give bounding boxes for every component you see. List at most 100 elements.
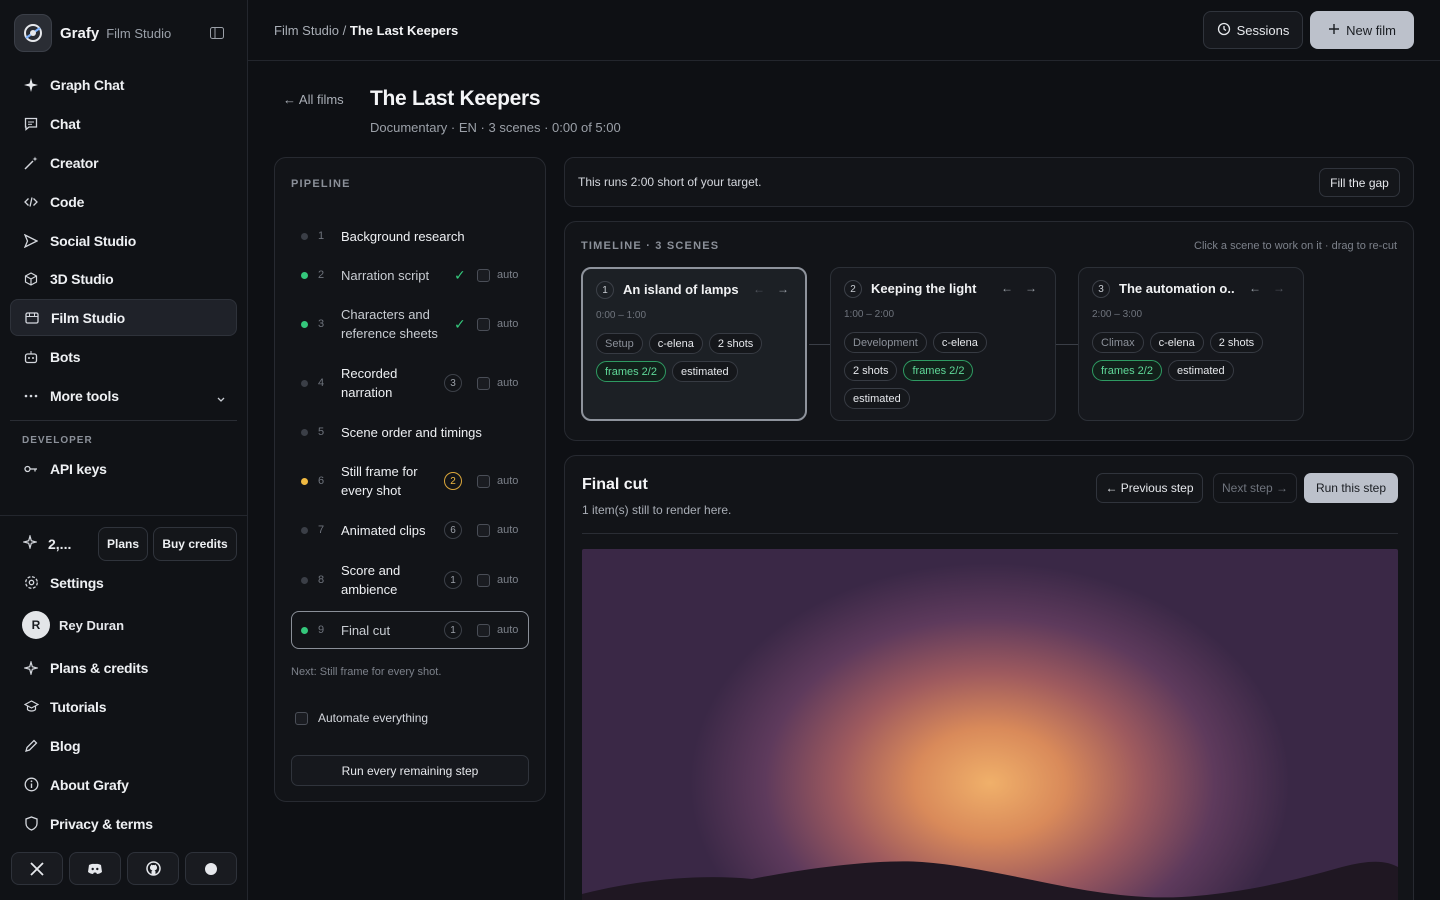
step-name: Animated clips bbox=[341, 522, 426, 538]
run-remaining-button[interactable]: Run every remaining step bbox=[291, 755, 529, 786]
pipeline-step[interactable]: 5 Scene order and timings bbox=[291, 422, 529, 442]
pipeline-step[interactable]: 4 Recorded narration 3 auto bbox=[291, 363, 529, 403]
scene-tags: Setup c-elena 2 shots frames 2/2 estimat… bbox=[596, 333, 796, 382]
sparkle-outline-icon bbox=[23, 660, 39, 676]
sidebar-item-bots[interactable]: Bots bbox=[10, 338, 237, 375]
step-status-dot bbox=[301, 320, 308, 328]
pipeline-step[interactable]: 6 Still frame for every shot 2 auto bbox=[291, 461, 529, 501]
sidebar-item-label: Plans & credits bbox=[50, 659, 149, 676]
scene-connector bbox=[1056, 344, 1078, 345]
divider bbox=[10, 420, 237, 421]
auto-checkbox[interactable] bbox=[477, 317, 490, 331]
final-cut-panel: Final cut 1 item(s) still to render here… bbox=[564, 455, 1414, 900]
arrow-right-icon[interactable]: → bbox=[1273, 281, 1285, 295]
scene-card[interactable]: 3 The automation o... ← → 2:00 – 3:00 Cl… bbox=[1078, 267, 1304, 421]
arrow-right-icon[interactable]: → bbox=[777, 282, 789, 296]
chevron-down-icon bbox=[217, 390, 225, 406]
fill-gap-button[interactable]: Fill the gap bbox=[1319, 168, 1400, 197]
tag-estimated: estimated bbox=[671, 361, 738, 382]
pipeline-step[interactable]: 2 Narration script ✓ auto bbox=[291, 265, 529, 285]
tag-shots: 2 shots bbox=[844, 360, 898, 381]
all-films-link[interactable]: ← All films bbox=[283, 92, 344, 107]
sidebar-item-3d-studio[interactable]: 3D Studio bbox=[10, 260, 237, 297]
sidebar-item-privacy-terms[interactable]: Privacy & terms bbox=[10, 805, 237, 842]
brand-name: Grafy bbox=[60, 24, 100, 42]
auto-label: auto bbox=[497, 318, 519, 330]
plans-button[interactable]: Plans bbox=[98, 526, 148, 561]
step-count-badge: 1 bbox=[444, 621, 462, 639]
run-this-step-button[interactable]: Run this step bbox=[1304, 473, 1398, 503]
status-dot-icon[interactable] bbox=[185, 852, 237, 885]
auto-checkbox[interactable] bbox=[477, 474, 490, 488]
graduation-cap-icon bbox=[23, 699, 39, 715]
brand[interactable]: Grafy Film Studio bbox=[14, 14, 171, 52]
auto-checkbox[interactable] bbox=[477, 523, 490, 537]
sidebar-item-tutorials[interactable]: Tutorials bbox=[10, 688, 237, 725]
avatar: R bbox=[22, 611, 50, 639]
buy-credits-button[interactable]: Buy credits bbox=[153, 526, 237, 561]
arrow-left-icon[interactable]: ← bbox=[1249, 281, 1261, 295]
arrow-right-icon[interactable]: → bbox=[1025, 281, 1037, 295]
scene-time: 2:00 – 3:00 bbox=[1092, 309, 1143, 320]
scene-card-selected[interactable]: 1 An island of lamps ← → 0:00 – 1:00 Set… bbox=[581, 267, 807, 421]
scene-number: 2 bbox=[844, 280, 862, 298]
timeline-hint: Click a scene to work on it · drag to re… bbox=[1194, 240, 1397, 252]
breadcrumb-current: The Last Keepers bbox=[349, 23, 459, 38]
github-icon[interactable] bbox=[127, 852, 179, 885]
discord-icon[interactable] bbox=[69, 852, 121, 885]
sidebar-item-api-keys[interactable]: API keys bbox=[10, 450, 237, 487]
auto-checkbox[interactable] bbox=[477, 573, 490, 587]
step-count-badge: 6 bbox=[444, 521, 462, 539]
developer-section-label: DEVELOPER bbox=[22, 435, 93, 446]
pipeline-step-selected[interactable]: 9 Final cut 1 auto bbox=[291, 611, 529, 649]
sessions-button[interactable]: Sessions bbox=[1203, 11, 1303, 49]
sidebar-collapse-icon[interactable] bbox=[206, 24, 228, 42]
user-profile[interactable]: R Rey Duran bbox=[22, 611, 124, 639]
sidebar-item-chat[interactable]: Chat bbox=[10, 105, 237, 142]
step-status-dot bbox=[301, 428, 308, 436]
auto-checkbox[interactable] bbox=[477, 623, 490, 637]
final-cut-preview-image[interactable] bbox=[582, 549, 1398, 900]
sidebar-item-graph-chat[interactable]: Graph Chat bbox=[10, 66, 237, 103]
arrow-left-icon[interactable]: ← bbox=[1001, 281, 1013, 295]
arrow-left-icon[interactable]: ← bbox=[753, 282, 765, 296]
pipeline-step[interactable]: 1 Background research bbox=[291, 226, 529, 246]
previous-step-button[interactable]: ← Previous step bbox=[1096, 473, 1203, 503]
sidebar-item-more-tools[interactable]: More tools bbox=[10, 377, 237, 414]
scene-card[interactable]: 2 Keeping the light ← → 1:00 – 2:00 Deve… bbox=[830, 267, 1056, 421]
auto-checkbox[interactable] bbox=[477, 268, 490, 282]
tag-shots: 2 shots bbox=[708, 333, 763, 354]
automate-checkbox[interactable] bbox=[295, 711, 308, 725]
new-film-button[interactable]: New film bbox=[1310, 11, 1414, 49]
sidebar-item-about-grafy[interactable]: About Grafy bbox=[10, 766, 237, 803]
step-number: 8 bbox=[318, 574, 325, 586]
breadcrumb-parent[interactable]: Film Studio bbox=[274, 23, 339, 38]
pen-icon bbox=[23, 738, 39, 754]
sidebar-item-plans-credits[interactable]: Plans & credits bbox=[10, 649, 237, 686]
sidebar-item-label: 3D Studio bbox=[50, 270, 114, 287]
tag-act: Development bbox=[844, 332, 927, 353]
auto-label: auto bbox=[497, 475, 519, 487]
next-step-button[interactable]: Next step → bbox=[1213, 473, 1297, 503]
chat-icon bbox=[23, 116, 39, 132]
scene-number: 3 bbox=[1092, 280, 1110, 298]
x-twitter-icon[interactable] bbox=[11, 852, 63, 885]
sidebar-item-creator[interactable]: Creator bbox=[10, 144, 237, 181]
sidebar-item-film-studio[interactable]: Film Studio bbox=[10, 299, 237, 336]
auto-checkbox[interactable] bbox=[477, 376, 490, 390]
sidebar-item-label: Social Studio bbox=[50, 232, 137, 249]
tag-character: c-elena bbox=[1149, 332, 1204, 353]
credits-balance[interactable]: 2,... bbox=[10, 533, 98, 552]
step-name: Final cut bbox=[341, 622, 391, 638]
tag-act: Climax bbox=[1092, 332, 1144, 353]
notice-text: This runs 2:00 short of your target. bbox=[578, 175, 762, 189]
pipeline-step[interactable]: 3 Characters and reference sheets ✓ auto bbox=[291, 304, 529, 344]
sidebar-item-social-studio[interactable]: Social Studio bbox=[10, 222, 237, 259]
pipeline-step[interactable]: 8 Score and ambience 1 auto bbox=[291, 560, 529, 600]
sidebar-item-settings[interactable]: Settings bbox=[10, 564, 237, 601]
automate-everything-toggle[interactable]: Automate everything bbox=[295, 711, 428, 725]
sidebar-item-blog[interactable]: Blog bbox=[10, 727, 237, 764]
pipeline-step[interactable]: 7 Animated clips 6 auto bbox=[291, 520, 529, 540]
sidebar-item-code[interactable]: Code bbox=[10, 183, 237, 220]
sidebar-item-label: Film Studio bbox=[51, 309, 126, 326]
